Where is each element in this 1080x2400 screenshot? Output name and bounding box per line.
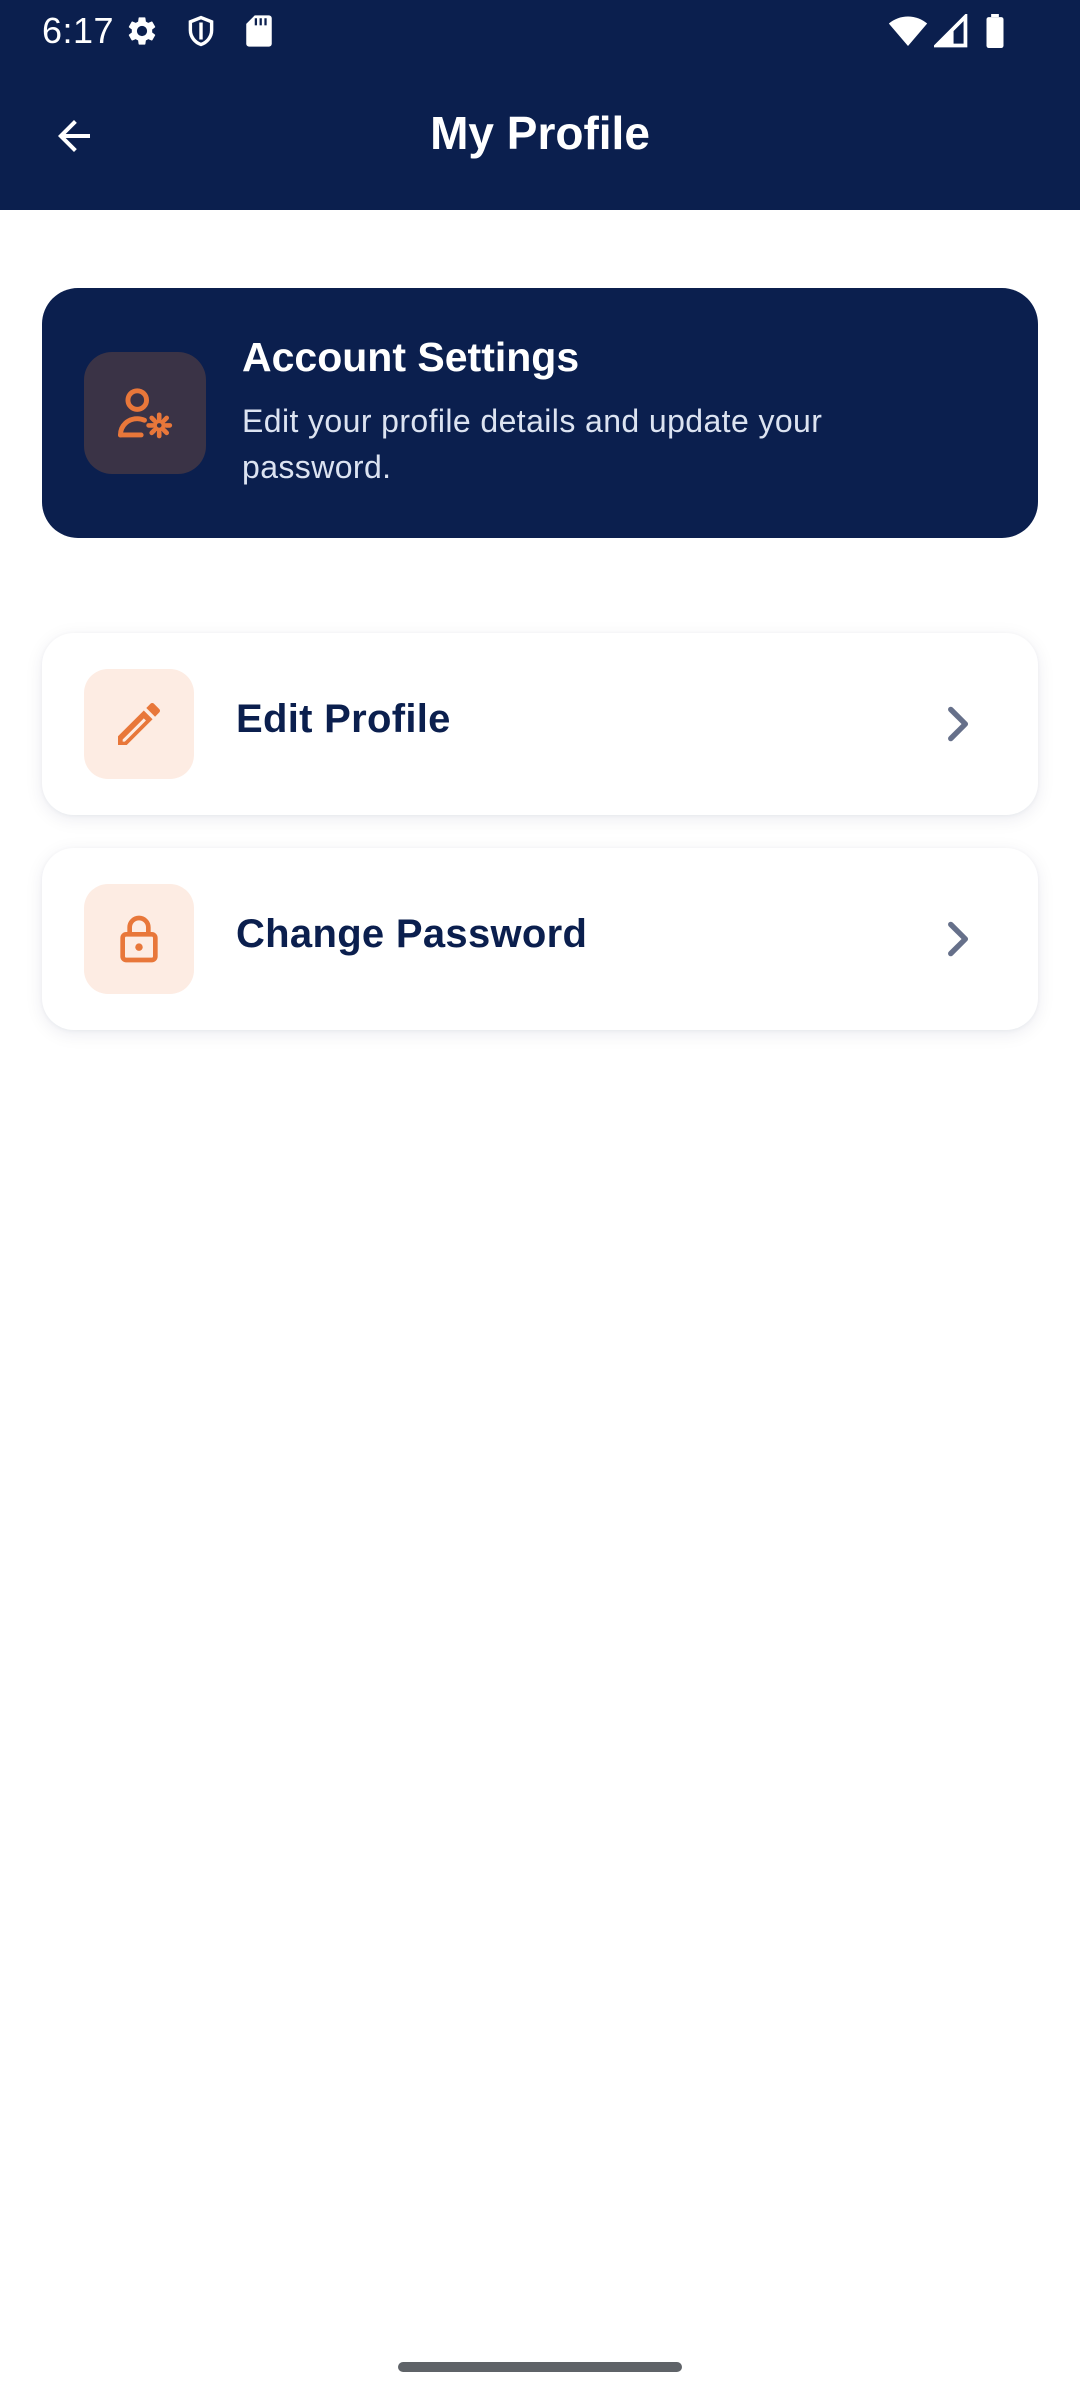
sd-card-icon [246, 15, 272, 47]
gear-icon [128, 17, 156, 45]
edit-profile-item[interactable]: Edit Profile [42, 633, 1038, 815]
change-password-icon-box [84, 884, 194, 994]
chevron-right-icon [948, 921, 969, 957]
account-settings-description: Edit your profile details and update you… [242, 403, 823, 485]
battery-icon [986, 14, 1004, 48]
change-password-item[interactable]: Change Password [42, 848, 1038, 1030]
pencil-icon [118, 702, 161, 745]
app-bar: My Profile [0, 62, 1080, 210]
change-password-label: Change Password [236, 912, 588, 956]
home-indicator[interactable] [398, 2362, 682, 2372]
edit-profile-label: Edit Profile [236, 697, 451, 741]
account-icon-box [84, 352, 206, 474]
status-bar: 6:17 [0, 0, 1080, 62]
account-settings-card: Account Settings Edit your profile detai… [42, 288, 1038, 538]
user-gear-icon [118, 388, 173, 439]
account-settings-title: Account Settings [242, 334, 580, 380]
status-time: 6:17 [42, 10, 115, 51]
wifi-icon [888, 16, 928, 46]
signal-icon [934, 14, 968, 48]
edit-profile-icon-box [84, 669, 194, 779]
page-title: My Profile [430, 107, 650, 159]
shield-icon [188, 15, 214, 47]
lock-icon [120, 915, 158, 963]
chevron-right-icon [948, 706, 969, 742]
